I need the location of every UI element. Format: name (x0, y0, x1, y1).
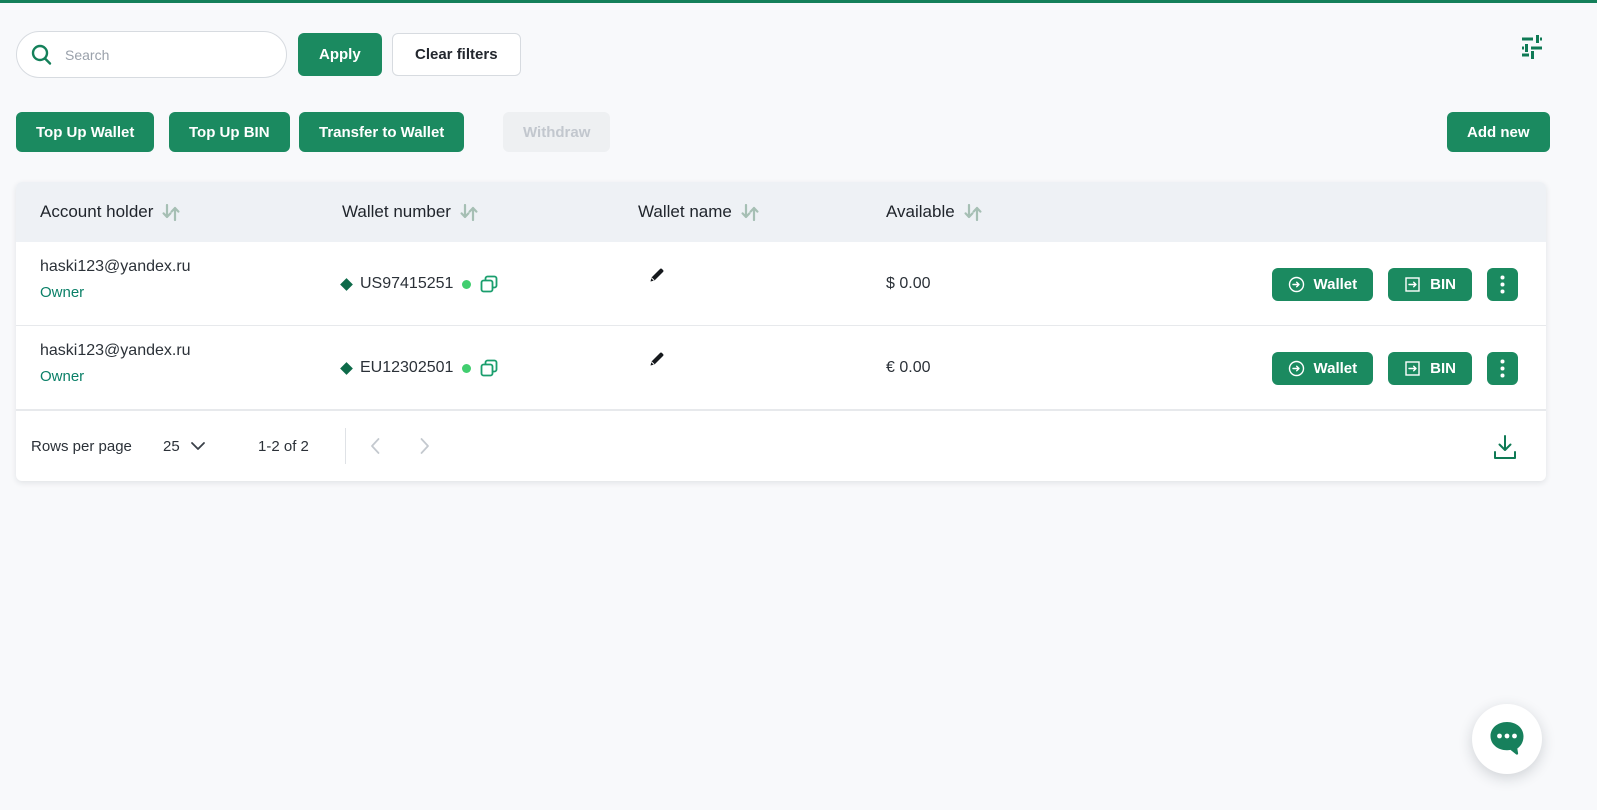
pencil-icon (648, 266, 666, 284)
wallets-page: Apply Clear filters Top Up Wallet Top Up… (0, 0, 1597, 810)
table-footer: Rows per page 25 1-2 of 2 (16, 410, 1546, 480)
edit-wallet-name-button[interactable] (648, 266, 666, 284)
search-icon (29, 42, 55, 68)
sort-icon (161, 204, 181, 221)
column-header-wallet-name[interactable]: Wallet name (638, 182, 760, 242)
rows-per-page-value: 25 (163, 438, 180, 455)
filter-settings-button[interactable] (1518, 30, 1548, 60)
account-holder-email: haski123@yandex.ru (40, 258, 191, 276)
wallet-number-value: US97415251 (360, 275, 453, 293)
copy-wallet-number-button[interactable] (480, 359, 498, 377)
wallet-number-value: EU12302501 (360, 359, 453, 377)
column-header-wallet-number[interactable]: Wallet number (342, 182, 479, 242)
wallet-arrow-icon (1288, 276, 1305, 293)
previous-page-button[interactable] (365, 433, 385, 459)
column-label: Account holder (40, 202, 153, 222)
wallet-button-label: Wallet (1314, 276, 1358, 293)
wallet-action-button[interactable]: Wallet (1272, 268, 1374, 301)
wallet-button-label: Wallet (1314, 360, 1358, 377)
wallets-table: Account holder Wallet number Wallet name… (16, 182, 1546, 481)
column-label: Wallet number (342, 202, 451, 222)
table-row: haski123@yandex.ru Owner US97415251 $ 0.… (16, 242, 1546, 326)
bin-button-label: BIN (1430, 360, 1456, 377)
table-header-row: Account holder Wallet number Wallet name… (16, 182, 1546, 242)
kebab-icon (1500, 359, 1505, 378)
clear-filters-button[interactable]: Clear filters (392, 33, 521, 76)
wallet-action-button[interactable]: Wallet (1272, 352, 1374, 385)
column-header-available[interactable]: Available (886, 182, 983, 242)
chat-support-button[interactable] (1472, 704, 1542, 774)
next-page-button[interactable] (415, 433, 435, 459)
available-balance: € 0.00 (886, 326, 930, 410)
chevron-left-icon (369, 437, 381, 455)
bin-button-label: BIN (1430, 276, 1456, 293)
available-balance: $ 0.00 (886, 242, 930, 326)
account-holder-email: haski123@yandex.ru (40, 342, 191, 360)
sliders-icon (1518, 31, 1548, 59)
column-label: Wallet name (638, 202, 732, 222)
sort-icon (740, 204, 760, 221)
footer-divider (345, 428, 346, 464)
copy-icon (480, 359, 498, 377)
account-holder-cell: haski123@yandex.ru Owner (40, 258, 191, 301)
row-menu-button[interactable] (1487, 352, 1518, 385)
bin-arrow-icon (1404, 360, 1421, 377)
apply-button[interactable]: Apply (298, 33, 382, 76)
row-actions: Wallet BIN (1272, 242, 1518, 326)
export-download-button[interactable] (1488, 429, 1522, 465)
chevron-right-icon (419, 437, 431, 455)
status-dot (462, 364, 471, 373)
copy-icon (480, 275, 498, 293)
download-icon (1492, 433, 1518, 461)
kebab-icon (1500, 275, 1505, 294)
bin-arrow-icon (1404, 276, 1421, 293)
diamond-icon (340, 362, 353, 375)
chevron-down-icon (190, 441, 206, 451)
bin-action-button[interactable]: BIN (1388, 352, 1472, 385)
pagination-range-label: 1-2 of 2 (258, 411, 309, 481)
status-dot (462, 280, 471, 289)
table-row: haski123@yandex.ru Owner EU12302501 € 0.… (16, 326, 1546, 410)
search-input-wrapper (16, 31, 287, 78)
add-new-button[interactable]: Add new (1447, 112, 1550, 152)
column-label: Available (886, 202, 955, 222)
diamond-icon (340, 278, 353, 291)
top-up-bin-button[interactable]: Top Up BIN (169, 112, 290, 152)
chat-icon (1487, 720, 1527, 758)
edit-wallet-name-button[interactable] (648, 350, 666, 368)
bin-action-button[interactable]: BIN (1388, 268, 1472, 301)
wallet-arrow-icon (1288, 360, 1305, 377)
row-menu-button[interactable] (1487, 268, 1518, 301)
wallet-number-cell: US97415251 (342, 242, 498, 326)
row-actions: Wallet BIN (1272, 326, 1518, 410)
column-header-account-holder[interactable]: Account holder (40, 182, 181, 242)
transfer-to-wallet-button[interactable]: Transfer to Wallet (299, 112, 464, 152)
wallet-number-cell: EU12302501 (342, 326, 498, 410)
top-up-wallet-button[interactable]: Top Up Wallet (16, 112, 154, 152)
account-holder-cell: haski123@yandex.ru Owner (40, 342, 191, 385)
account-role-link[interactable]: Owner (40, 368, 191, 385)
top-accent-line (0, 0, 1597, 3)
sort-icon (963, 204, 983, 221)
rows-per-page-label: Rows per page (31, 411, 132, 481)
rows-per-page-select[interactable]: 25 (163, 411, 206, 481)
search-input[interactable] (65, 47, 274, 63)
account-role-link[interactable]: Owner (40, 284, 191, 301)
pencil-icon (648, 350, 666, 368)
copy-wallet-number-button[interactable] (480, 275, 498, 293)
withdraw-button[interactable]: Withdraw (503, 112, 610, 152)
sort-icon (459, 204, 479, 221)
